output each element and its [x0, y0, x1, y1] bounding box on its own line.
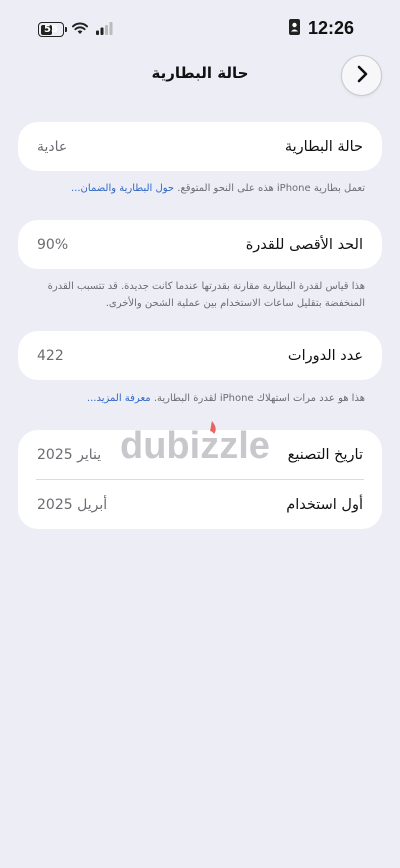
cycle-count-row: 422 عدد الدورات	[18, 331, 382, 380]
status-right: 12:26	[288, 18, 354, 39]
battery-health-footnote-text: تعمل بطارية iPhone هذه على النحو المتوقع…	[177, 183, 365, 194]
battery-health-card: عادية حالة البطارية	[18, 122, 382, 171]
status-left: 55	[38, 20, 114, 39]
cycle-count-label: عدد الدورات	[287, 347, 363, 364]
chevron-right-icon	[355, 65, 369, 87]
maximum-capacity-card: 90% الحد الأقصى للقدرة	[18, 220, 382, 269]
battery-health-label: حالة البطارية	[284, 138, 363, 155]
manufacture-date-value: يناير 2025	[37, 446, 102, 463]
id-card-icon	[288, 18, 300, 39]
status-bar: 55 12:26	[0, 0, 400, 56]
battery-level: 55	[44, 24, 58, 35]
maximum-capacity-row: 90% الحد الأقصى للقدرة	[18, 220, 382, 269]
battery-tip	[65, 27, 67, 32]
first-use-row: أبريل 2025 أول استخدام	[18, 480, 382, 529]
cycle-count-footnote: هذا هو عدد مرات استهلاك iPhone لقدرة الب…	[30, 390, 365, 407]
wifi-icon	[71, 20, 89, 39]
battery-health-value: عادية	[37, 138, 68, 155]
page-title: حالة البطارية	[151, 64, 249, 82]
battery-warranty-link[interactable]: حول البطارية والضمان...	[71, 183, 174, 194]
cycle-count-footnote-text: هذا هو عدد مرات استهلاك iPhone لقدرة الب…	[153, 393, 365, 404]
watermark-text: dubizzle	[120, 425, 270, 467]
manufacture-date-label: تاريخ التصنيع	[287, 446, 363, 463]
maximum-capacity-label: الحد الأقصى للقدرة	[245, 236, 363, 253]
battery-health-row[interactable]: عادية حالة البطارية	[18, 122, 382, 171]
dubizzle-watermark: dubizzle	[120, 418, 290, 468]
cycle-count-value: 422	[37, 347, 64, 364]
maximum-capacity-value: 90%	[37, 236, 69, 253]
signal-icon	[96, 20, 114, 39]
back-button[interactable]	[341, 55, 382, 96]
first-use-value: أبريل 2025	[37, 496, 108, 513]
maximum-capacity-footnote: هذا قياس لقدرة البطارية مقارنة بقدرتها ع…	[47, 281, 365, 309]
first-use-label: أول استخدام	[286, 496, 363, 513]
clock: 12:26	[307, 18, 354, 38]
battery-icon: 55	[38, 22, 67, 37]
learn-more-link[interactable]: معرفة المزيد...	[87, 393, 151, 404]
cycle-count-card: 422 عدد الدورات	[18, 331, 382, 380]
battery-health-footnote: تعمل بطارية iPhone هذه على النحو المتوقع…	[30, 180, 365, 197]
